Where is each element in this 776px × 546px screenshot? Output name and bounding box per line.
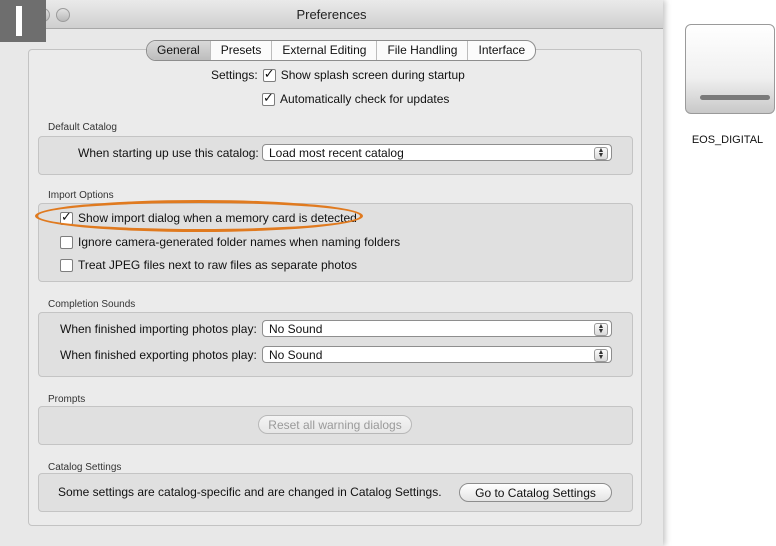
treat-jpeg-separate-checkbox[interactable] (60, 258, 73, 272)
completion-sounds-heading: Completion Sounds (48, 299, 136, 310)
import-options-heading: Import Options (48, 190, 114, 201)
preferences-tabs: General Presets External Editing File Ha… (146, 40, 537, 61)
tab-general[interactable]: General (147, 41, 211, 60)
window-title: Preferences (296, 7, 367, 22)
splash-screen-label[interactable]: Show splash screen during startup (281, 68, 465, 82)
default-catalog-row: When starting up use this catalog: (78, 146, 259, 160)
reset-warning-dialogs-button[interactable]: Reset all warning dialogs (258, 415, 412, 434)
drive-label: EOS_DIGITAL (691, 134, 764, 146)
catalog-settings-row: Some settings are catalog-specific and a… (58, 485, 442, 499)
show-import-dialog-label[interactable]: Show import dialog when a memory card is… (78, 211, 357, 225)
import-option-row: Treat JPEG files next to raw files as se… (60, 258, 357, 272)
default-catalog-select[interactable]: Load most recent catalog ▲ ▼ (262, 144, 612, 161)
corner-badge (0, 0, 46, 42)
settings-updates-row: Automatically check for updates (262, 90, 449, 106)
importing-sound-label: When finished importing photos play: (60, 322, 257, 336)
importing-sound-row: When finished importing photos play: (60, 322, 257, 336)
ignore-folder-names-label[interactable]: Ignore camera-generated folder names whe… (78, 235, 400, 249)
title-bar[interactable]: Preferences (0, 0, 663, 29)
importing-sound-value: No Sound (269, 322, 323, 336)
settings-splash-row: Settings: Show splash screen during star… (211, 66, 465, 83)
settings-label: Settings: (211, 68, 258, 82)
preferences-window: Preferences General Presets External Edi… (0, 0, 663, 546)
importing-sound-select[interactable]: No Sound ▲ ▼ (262, 320, 612, 337)
exporting-sound-row: When finished exporting photos play: (60, 348, 257, 362)
eos-digital-drive[interactable]: EOS_DIGITAL (680, 22, 775, 150)
check-updates-checkbox[interactable] (262, 90, 275, 106)
show-import-dialog-checkbox[interactable] (60, 209, 73, 225)
splash-screen-checkbox[interactable] (262, 66, 276, 82)
default-catalog-heading: Default Catalog (48, 122, 117, 133)
check-updates-label[interactable]: Automatically check for updates (280, 92, 449, 106)
exporting-sound-select[interactable]: No Sound ▲ ▼ (262, 346, 612, 363)
select-arrows-icon: ▲ ▼ (594, 147, 608, 160)
ignore-folder-names-checkbox[interactable] (60, 235, 73, 249)
select-arrows-icon: ▲ ▼ (594, 349, 608, 362)
go-to-catalog-settings-button[interactable]: Go to Catalog Settings (459, 483, 612, 502)
import-option-row: Show import dialog when a memory card is… (60, 209, 357, 225)
select-arrows-icon: ▲ ▼ (594, 323, 608, 336)
tab-file-handling[interactable]: File Handling (377, 41, 469, 60)
tab-external-editing[interactable]: External Editing (272, 41, 378, 60)
drive-slot (700, 95, 770, 100)
import-option-row: Ignore camera-generated folder names whe… (60, 235, 400, 249)
prompts-heading: Prompts (48, 394, 86, 405)
tab-interface[interactable]: Interface (468, 41, 535, 60)
catalog-settings-heading: Catalog Settings (48, 462, 122, 473)
tab-presets[interactable]: Presets (211, 41, 273, 60)
default-catalog-label: When starting up use this catalog: (78, 146, 259, 160)
treat-jpeg-separate-label[interactable]: Treat JPEG files next to raw files as se… (78, 258, 357, 272)
general-pane (28, 49, 642, 526)
default-catalog-value: Load most recent catalog (269, 146, 404, 160)
exporting-sound-label: When finished exporting photos play: (60, 348, 257, 362)
exporting-sound-value: No Sound (269, 348, 323, 362)
catalog-settings-text: Some settings are catalog-specific and a… (58, 485, 442, 499)
hard-drive-icon (685, 24, 775, 114)
